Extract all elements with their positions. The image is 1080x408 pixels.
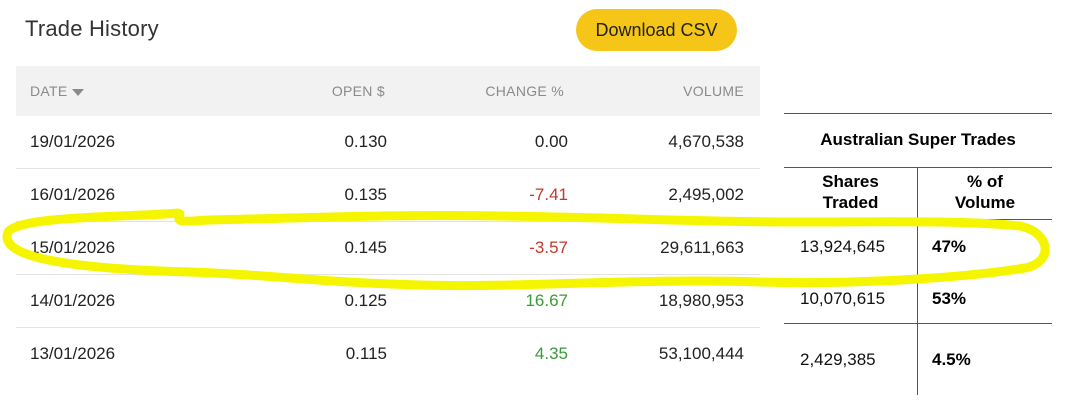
table-row: 19/01/2026 0.130 0.00 4,670,538 [16,116,760,169]
cell-date: 13/01/2026 [30,344,116,363]
column-header-date[interactable]: DATE [30,83,84,99]
australian-super-title: Australian Super Trades [820,130,1016,149]
column-header-shares-traded: Shares Traded [822,172,879,212]
cell-pct-volume: 47% [932,237,967,256]
row-rule [784,323,1052,324]
column-header-change: CHANGE % [485,83,564,99]
cell-date: 16/01/2026 [30,185,116,204]
cell-open: 0.145 [344,238,387,257]
cell-change: -7.41 [529,185,568,204]
row-rule [784,219,1052,220]
cell-shares-traded: 2,429,385 [800,350,876,369]
cell-pct-volume: 4.5% [932,350,971,369]
column-header-open: OPEN $ [331,83,385,99]
table-row: 16/01/2026 0.135 -7.41 2,495,002 [16,169,760,222]
table-row: 15/01/2026 0.145 -3.57 29,611,663 [16,222,760,275]
cell-change: -3.57 [529,238,568,257]
sort-down-icon[interactable] [71,88,84,96]
cell-volume: 18,980,953 [658,291,744,310]
cell-open: 0.125 [344,291,387,310]
cell-shares-traded: 13,924,645 [800,237,886,256]
cell-shares-traded: 10,070,615 [800,289,886,308]
cell-volume: 53,100,444 [658,344,744,363]
cell-date: 19/01/2026 [30,132,116,151]
cell-change: 0.00 [534,132,568,151]
cell-change: 16.67 [525,291,568,310]
cell-open: 0.115 [345,344,387,363]
cell-open: 0.135 [344,185,387,204]
column-header-volume: VOLUME [683,83,744,99]
column-header-date-label: DATE [30,83,68,99]
cell-date: 15/01/2026 [30,238,116,257]
table-header: DATE OPEN $ CHANGE % VOLUME [16,66,760,116]
trade-history-table: DATE OPEN $ CHANGE % VOLUME 19/01/2026 0… [16,66,760,380]
cell-change: 4.35 [534,344,568,363]
download-csv-button[interactable]: Download CSV [576,9,737,51]
cell-volume: 29,611,663 [660,238,744,257]
table-row: 14/01/2026 0.125 16.67 18,980,953 [16,275,760,328]
cell-open: 0.130 [344,132,387,151]
cell-volume: 2,495,002 [668,185,744,204]
table-row: 13/01/2026 0.115 4.35 53,100,444 [16,328,760,380]
cell-date: 14/01/2026 [30,291,116,310]
page-title: Trade History [25,16,159,41]
cell-volume: 4,670,538 [668,132,744,151]
header-rule [784,167,1052,168]
table-top-rule [784,113,1052,114]
cell-pct-volume: 53% [932,289,967,308]
column-header-pct-volume: % of Volume [954,172,1016,212]
